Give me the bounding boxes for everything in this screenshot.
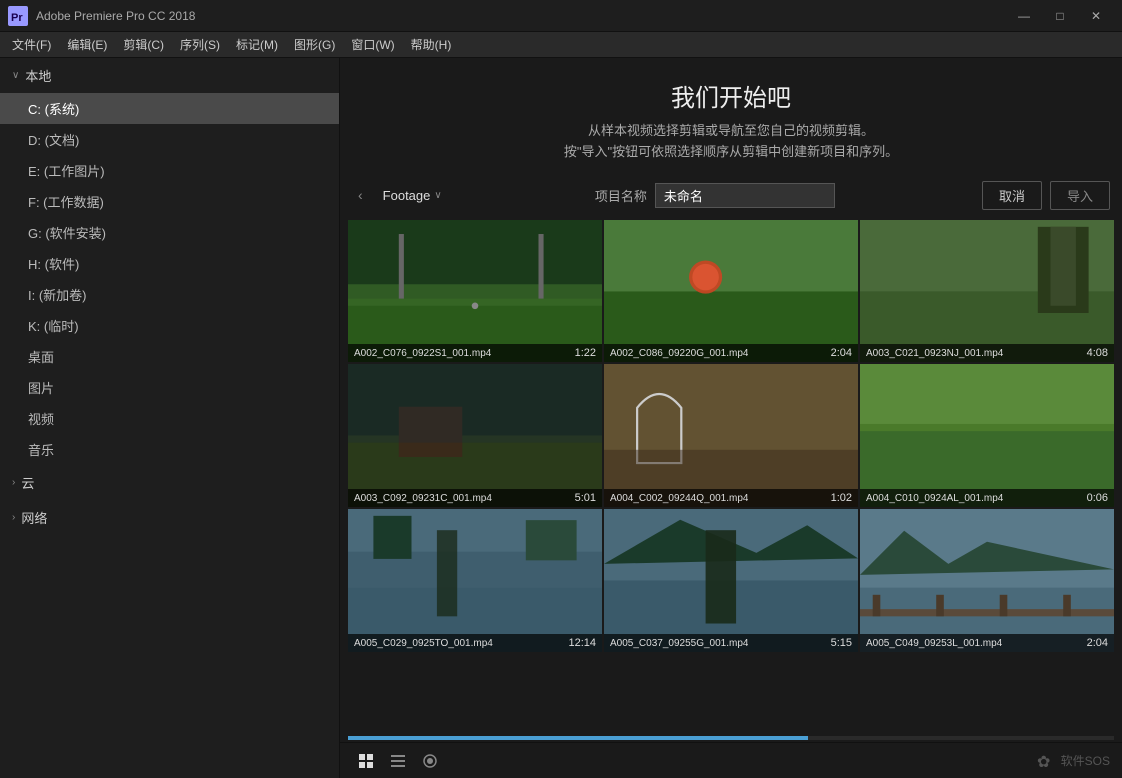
video-duration: 12:14 — [568, 637, 596, 649]
titlebar: Pr Adobe Premiere Pro CC 2018 — □ ✕ — [0, 0, 1122, 32]
local-chevron-icon: ∨ — [12, 70, 19, 81]
cloud-label: 云 — [21, 473, 34, 492]
video-filename: A004_C002_09244Q_001.mp4 — [610, 493, 748, 504]
bottom-toolbar: ✿ 软件SOS — [340, 742, 1122, 778]
scroll-indicator — [348, 736, 1114, 740]
menubar: 文件(F)编辑(E)剪辑(C)序列(S)标记(M)图形(G)窗口(W)帮助(H) — [0, 32, 1122, 58]
app-title: Adobe Premiere Pro CC 2018 — [36, 9, 1006, 23]
sidebar-item[interactable]: F: (工作数据) — [0, 186, 339, 217]
preview-view-button[interactable] — [416, 749, 444, 773]
cloud-chevron-icon: › — [12, 477, 15, 488]
menu-item-窗口(W)[interactable]: 窗口(W) — [343, 32, 402, 58]
sidebar-item[interactable]: E: (工作图片) — [0, 155, 339, 186]
cancel-button[interactable]: 取消 — [982, 181, 1042, 210]
video-item[interactable]: A005_C029_0925TO_001.mp4 12:14 — [348, 509, 602, 652]
sidebar-item[interactable]: C: (系统) — [0, 93, 339, 124]
sidebar-item[interactable]: 桌面 — [0, 341, 339, 372]
nav-back-button[interactable]: ‹ — [352, 183, 369, 207]
menu-item-剪辑(C)[interactable]: 剪辑(C) — [115, 32, 172, 58]
video-filename: A004_C010_0924AL_001.mp4 — [866, 493, 1003, 504]
project-name-area: 项目名称 — [456, 183, 974, 208]
view-controls — [352, 749, 444, 773]
video-item[interactable]: A004_C002_09244Q_001.mp4 1:02 — [604, 364, 858, 507]
menu-item-图形(G)[interactable]: 图形(G) — [286, 32, 343, 58]
watermark-text: 软件SOS — [1061, 752, 1110, 769]
video-item[interactable]: A005_C049_09253L_001.mp4 2:04 — [860, 509, 1114, 652]
grid-view-button[interactable] — [352, 749, 380, 773]
video-duration: 5:15 — [831, 637, 852, 649]
video-filename: A005_C049_09253L_001.mp4 — [866, 638, 1002, 649]
folder-breadcrumb[interactable]: Footage ∨ — [377, 184, 448, 207]
welcome-description: 从样本视频选择剪辑或导航至您自己的视频剪辑。 按"导入"按钮可依照选择顺序从剪辑… — [360, 121, 1102, 163]
video-duration: 5:01 — [575, 492, 596, 504]
menu-item-文件(F)[interactable]: 文件(F) — [4, 32, 59, 58]
menu-item-序列(S)[interactable]: 序列(S) — [172, 32, 228, 58]
video-item[interactable]: A002_C076_0922S1_001.mp4 1:22 — [348, 220, 602, 363]
preview-icon — [422, 753, 438, 769]
project-name-label: 项目名称 — [595, 186, 647, 205]
list-view-icon — [390, 753, 406, 769]
video-item[interactable]: A005_C037_09255G_001.mp4 5:15 — [604, 509, 858, 652]
sidebar-item[interactable]: D: (文档) — [0, 124, 339, 155]
video-item[interactable]: A002_C086_09220G_001.mp4 2:04 — [604, 220, 858, 363]
folder-name: Footage — [383, 188, 431, 203]
sidebar-items-container: C: (系统)D: (文档)E: (工作图片)F: (工作数据)G: (软件安装… — [0, 93, 339, 465]
video-filename: A002_C086_09220G_001.mp4 — [610, 348, 748, 359]
cloud-section-header[interactable]: › 云 — [0, 465, 339, 500]
video-grid: A002_C076_0922S1_001.mp4 1:22 A002_C086_0… — [340, 216, 1122, 736]
sidebar-item[interactable]: I: (新加卷) — [0, 279, 339, 310]
menu-item-编辑(E)[interactable]: 编辑(E) — [59, 32, 115, 58]
video-filename: A003_C092_09231C_001.mp4 — [354, 493, 492, 504]
list-view-button[interactable] — [384, 749, 412, 773]
menu-item-帮助(H)[interactable]: 帮助(H) — [403, 32, 460, 58]
content-area: 我们开始吧 从样本视频选择剪辑或导航至您自己的视频剪辑。 按"导入"按钮可依照选… — [340, 58, 1122, 778]
video-duration: 0:06 — [1087, 492, 1108, 504]
video-filename: A003_C021_0923NJ_001.mp4 — [866, 348, 1003, 359]
main-layout: ∨ 本地 C: (系统)D: (文档)E: (工作图片)F: (工作数据)G: … — [0, 58, 1122, 778]
grid-view-icon — [358, 753, 374, 769]
sidebar: ∨ 本地 C: (系统)D: (文档)E: (工作图片)F: (工作数据)G: … — [0, 58, 340, 778]
video-duration: 2:04 — [831, 347, 852, 359]
project-name-input[interactable] — [655, 183, 835, 208]
network-section-header[interactable]: › 网络 — [0, 500, 339, 535]
window-controls: — □ ✕ — [1006, 0, 1114, 32]
video-filename: A005_C037_09255G_001.mp4 — [610, 638, 748, 649]
import-button[interactable]: 导入 — [1050, 181, 1110, 210]
network-label: 网络 — [21, 508, 47, 527]
video-filename: A005_C029_0925TO_001.mp4 — [354, 638, 493, 649]
sidebar-item[interactable]: G: (软件安装) — [0, 217, 339, 248]
welcome-title: 我们开始吧 — [360, 78, 1102, 113]
video-item[interactable]: A004_C010_0924AL_001.mp4 0:06 — [860, 364, 1114, 507]
breadcrumb-chevron-icon: ∨ — [434, 190, 441, 201]
video-duration: 1:22 — [575, 347, 596, 359]
sidebar-item[interactable]: 视频 — [0, 403, 339, 434]
video-duration: 4:08 — [1087, 347, 1108, 359]
app-logo-icon: Pr — [8, 6, 28, 26]
sidebar-item[interactable]: H: (软件) — [0, 248, 339, 279]
minimize-button[interactable]: — — [1006, 0, 1042, 32]
close-button[interactable]: ✕ — [1078, 0, 1114, 32]
scroll-progress — [348, 736, 808, 740]
local-section-header[interactable]: ∨ 本地 — [0, 58, 339, 93]
menu-item-标记(M)[interactable]: 标记(M) — [228, 32, 286, 58]
video-item[interactable]: A003_C092_09231C_001.mp4 5:01 — [348, 364, 602, 507]
content-toolbar: ‹ Footage ∨ 项目名称 取消 导入 — [340, 175, 1122, 216]
sidebar-item[interactable]: 图片 — [0, 372, 339, 403]
watermark-logo-icon: ✿ — [1037, 751, 1057, 771]
sidebar-item[interactable]: 音乐 — [0, 434, 339, 465]
welcome-desc-line1: 从样本视频选择剪辑或导航至您自己的视频剪辑。 — [360, 121, 1102, 142]
sidebar-item[interactable]: K: (临时) — [0, 310, 339, 341]
video-item[interactable]: A003_C021_0923NJ_001.mp4 4:08 — [860, 220, 1114, 363]
video-duration: 1:02 — [831, 492, 852, 504]
maximize-button[interactable]: □ — [1042, 0, 1078, 32]
welcome-desc-line2: 按"导入"按钮可依照选择顺序从剪辑中创建新项目和序列。 — [360, 142, 1102, 163]
video-filename: A002_C076_0922S1_001.mp4 — [354, 348, 491, 359]
video-duration: 2:04 — [1087, 637, 1108, 649]
network-chevron-icon: › — [12, 512, 15, 523]
local-label: 本地 — [25, 66, 51, 85]
welcome-header: 我们开始吧 从样本视频选择剪辑或导航至您自己的视频剪辑。 按"导入"按钮可依照选… — [340, 58, 1122, 175]
svg-text:✿: ✿ — [1037, 754, 1050, 771]
watermark: ✿ 软件SOS — [1037, 751, 1110, 771]
svg-text:Pr: Pr — [11, 12, 23, 24]
